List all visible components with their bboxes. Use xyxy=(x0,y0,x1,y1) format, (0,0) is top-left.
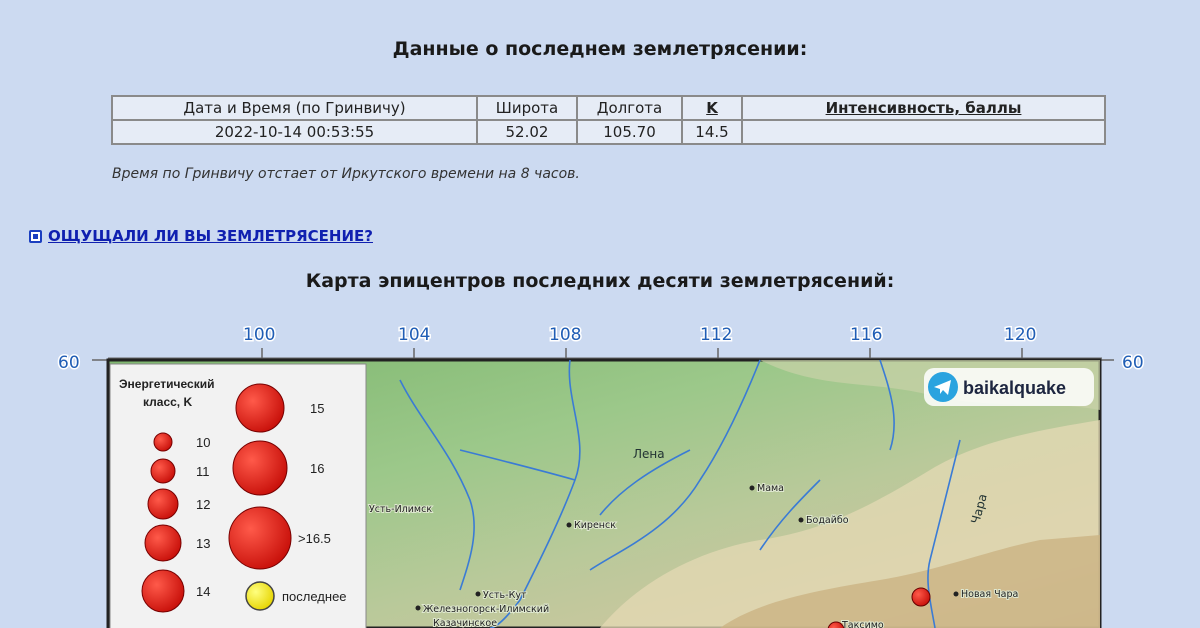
legend-marker-16 xyxy=(232,440,288,496)
latitude-label-left: 60 xyxy=(58,353,80,373)
epicenter-marker xyxy=(911,587,931,607)
column-header-intensity-link[interactable]: Интенсивность, баллы xyxy=(741,95,1106,121)
longitude-label-116: 116 xyxy=(850,325,882,345)
legend-marker-11 xyxy=(150,458,176,484)
baikalquake-logo: baikalquake xyxy=(924,368,1094,406)
table-header-row: Дата и Время (по Гринвичу) Широта Долгот… xyxy=(111,95,1106,121)
epicenter-map: 100 104 108 112 116 120 60 60 Лена Чара xyxy=(57,324,1145,628)
legend-marker-gt16-5 xyxy=(228,506,292,570)
legend-label-12: 12 xyxy=(196,497,210,512)
legend-marker-13 xyxy=(144,524,182,562)
legend-header-line2: класс, K xyxy=(143,395,192,409)
legend-header-line1: Энергетический xyxy=(119,377,214,391)
city-taksimo: Таксимо xyxy=(841,620,884,628)
legend-marker-15 xyxy=(235,383,285,433)
river-label-lena: Лена xyxy=(633,447,665,461)
city-ust-ilimsk: Усть-Илимск xyxy=(369,504,432,515)
latitude-label-right: 60 xyxy=(1122,353,1144,373)
map-legend: Энергетический класс, K 10 11 12 13 14 1… xyxy=(109,363,367,628)
legend-marker-12 xyxy=(147,488,179,520)
city-novaya-chara: Новая Чара xyxy=(961,589,1018,600)
city-mama: Мама xyxy=(757,483,784,494)
felt-earthquake-link[interactable]: ОЩУЩАЛИ ЛИ ВЫ ЗЕМЛЕТРЯСЕНИЕ? xyxy=(29,227,373,245)
legend-marker-14 xyxy=(141,569,185,613)
timezone-note: Время по Гринвичу отстает от Иркутского … xyxy=(112,166,580,182)
cell-intensity xyxy=(741,119,1106,145)
city-ust-kut: Усть-Кут xyxy=(483,590,527,601)
legend-label-13: 13 xyxy=(196,536,210,551)
legend-marker-latest xyxy=(245,581,275,611)
column-header-longitude: Долгота xyxy=(576,95,683,121)
column-header-k-link[interactable]: K xyxy=(681,95,743,121)
column-header-latitude: Широта xyxy=(476,95,578,121)
legend-label-10: 10 xyxy=(196,435,210,450)
bullet-icon xyxy=(29,229,42,243)
longitude-label-120: 120 xyxy=(1004,325,1036,345)
legend-label-11: 11 xyxy=(196,464,210,479)
legend-label-15: 15 xyxy=(310,401,324,416)
cell-k: 14.5 xyxy=(681,119,743,145)
city-zheleznogorsk: Железногорск-Илимский xyxy=(423,604,549,615)
map-title: Карта эпицентров последних десяти землет… xyxy=(305,270,895,292)
legend-label-16: 16 xyxy=(310,461,324,476)
table-row: 2022-10-14 00:53:55 52.02 105.70 14.5 xyxy=(111,119,1106,145)
longitude-label-104: 104 xyxy=(398,325,430,345)
cell-latitude: 52.02 xyxy=(476,119,578,145)
column-header-datetime: Дата и Время (по Гринвичу) xyxy=(111,95,478,121)
cell-datetime: 2022-10-14 00:53:55 xyxy=(111,119,478,145)
page-title: Данные о последнем землетрясении: xyxy=(392,38,808,60)
felt-earthquake-label: ОЩУЩАЛИ ЛИ ВЫ ЗЕМЛЕТРЯСЕНИЕ? xyxy=(48,227,373,245)
longitude-label-100: 100 xyxy=(243,325,275,345)
legend-label-latest: последнее xyxy=(282,589,347,604)
city-kirensk: Киренск xyxy=(574,520,616,531)
longitude-label-112: 112 xyxy=(700,325,732,345)
city-bodaibo: Бодайбо xyxy=(806,515,849,526)
earthquake-table: Дата и Время (по Гринвичу) Широта Долгот… xyxy=(111,95,1106,145)
brand-name: baikalquake xyxy=(963,378,1066,398)
legend-label-gt16-5: >16.5 xyxy=(298,531,331,546)
legend-label-14: 14 xyxy=(196,584,210,599)
legend-marker-10 xyxy=(153,432,173,452)
cell-longitude: 105.70 xyxy=(576,119,683,145)
longitude-label-108: 108 xyxy=(549,325,581,345)
city-kazachinskoe: Казачинское xyxy=(433,618,497,628)
